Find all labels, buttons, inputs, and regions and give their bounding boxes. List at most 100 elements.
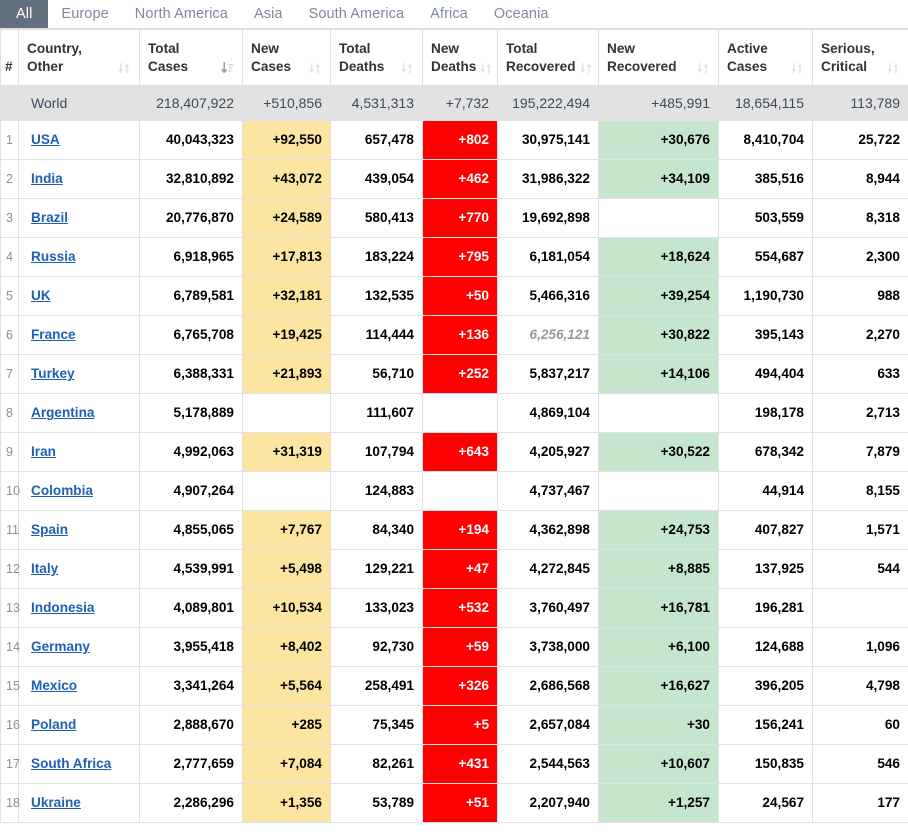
tab-europe[interactable]: Europe bbox=[48, 0, 121, 28]
sort-toggle-icon[interactable] bbox=[401, 61, 414, 76]
country-link[interactable]: Colombia bbox=[31, 483, 93, 498]
country-link[interactable]: Indonesia bbox=[31, 600, 94, 615]
cell-country[interactable]: Poland bbox=[18, 704, 140, 745]
cell-country[interactable]: South Africa bbox=[18, 743, 140, 784]
country-link[interactable]: Ukraine bbox=[31, 795, 81, 810]
sort-toggle-icon[interactable] bbox=[791, 61, 804, 76]
cell-new-cases: +43,072 bbox=[242, 158, 331, 199]
cell-country[interactable]: Ukraine bbox=[18, 782, 140, 823]
cell-country[interactable]: India bbox=[18, 158, 140, 199]
cell-total-cases: 4,089,801 bbox=[139, 587, 243, 628]
cell-country[interactable]: USA bbox=[18, 119, 140, 160]
sort-toggle-icon[interactable] bbox=[887, 61, 900, 76]
sort-toggle-icon[interactable] bbox=[697, 61, 710, 76]
column-header-active-cases[interactable]: Active Cases bbox=[718, 29, 813, 86]
cell-serious: 7,879 bbox=[812, 431, 908, 472]
sort-toggle-icon[interactable] bbox=[118, 61, 131, 76]
cell-total-recov: 2,657,084 bbox=[497, 704, 599, 745]
cell-active-cases: 24,567 bbox=[718, 782, 813, 823]
cell-country[interactable]: France bbox=[18, 314, 140, 355]
sort-toggle-icon[interactable] bbox=[309, 61, 322, 76]
sort-toggle-icon[interactable] bbox=[579, 61, 593, 76]
cell-total-cases: 2,286,296 bbox=[139, 782, 243, 823]
table-row: 8 Argentina 5,178,889 111,607 4,869,104 198,1… bbox=[0, 392, 908, 433]
cell-new-cases: +8,402 bbox=[242, 626, 331, 667]
country-link[interactable]: Iran bbox=[31, 444, 56, 459]
country-link[interactable]: Poland bbox=[31, 717, 76, 732]
column-header-serious[interactable]: Serious, Critical bbox=[812, 29, 908, 86]
country-link[interactable]: Turkey bbox=[31, 366, 75, 381]
country-link[interactable]: Brazil bbox=[31, 210, 68, 225]
sort-toggle-icon[interactable] bbox=[480, 61, 493, 76]
cell-country[interactable]: Colombia bbox=[18, 470, 140, 511]
cell-country[interactable]: Mexico bbox=[18, 665, 140, 706]
cell-total-recov: 5,837,217 bbox=[497, 353, 599, 394]
cell-country[interactable]: Spain bbox=[18, 509, 140, 550]
column-header-total-recov[interactable]: Total Recovered bbox=[497, 29, 599, 86]
column-header-num[interactable]: # bbox=[0, 29, 19, 86]
cell-new-recov: +14,106 bbox=[598, 353, 719, 394]
cell-total-cases: 6,765,708 bbox=[139, 314, 243, 355]
tab-north-america[interactable]: North America bbox=[122, 0, 241, 28]
cell-country[interactable]: Argentina bbox=[18, 392, 140, 433]
cell-new-recov bbox=[598, 197, 719, 238]
tab-africa[interactable]: Africa bbox=[417, 0, 481, 28]
column-header-new-recov[interactable]: New Recovered bbox=[598, 29, 719, 86]
country-link[interactable]: Italy bbox=[31, 561, 58, 576]
country-link[interactable]: France bbox=[31, 327, 76, 342]
column-header-label: New Cases bbox=[251, 41, 292, 74]
cell-new-deaths: +462 bbox=[422, 158, 498, 199]
country-link[interactable]: UK bbox=[31, 288, 51, 303]
column-header-new-deaths[interactable]: New Deaths bbox=[422, 29, 498, 86]
cell-total-cases: 6,918,965 bbox=[139, 236, 243, 277]
country-link[interactable]: South Africa bbox=[31, 756, 111, 771]
column-header-new-cases[interactable]: New Cases bbox=[242, 29, 331, 86]
country-link[interactable]: Argentina bbox=[31, 405, 94, 420]
column-header-total-deaths[interactable]: Total Deaths bbox=[330, 29, 423, 86]
cell-country[interactable]: Indonesia bbox=[18, 587, 140, 628]
cell-num: 11 bbox=[0, 509, 19, 550]
cell-num: 17 bbox=[0, 743, 20, 784]
cell-new-deaths: +7,732 bbox=[422, 84, 498, 121]
cell-total-deaths: 657,478 bbox=[330, 119, 423, 160]
country-link[interactable]: Russia bbox=[31, 249, 76, 264]
cell-country[interactable]: UK bbox=[18, 275, 140, 316]
cell-total-recov: 31,986,322 bbox=[497, 158, 599, 199]
cell-num: 16 bbox=[0, 704, 20, 745]
column-header-total-cases[interactable]: Total Cases bbox=[139, 29, 243, 86]
tab-all[interactable]: All bbox=[0, 0, 49, 28]
column-header-country[interactable]: Country, Other bbox=[18, 29, 140, 86]
cell-new-cases: +7,767 bbox=[242, 509, 331, 550]
cell-country[interactable]: Iran bbox=[18, 431, 140, 472]
cell-country[interactable]: Brazil bbox=[18, 197, 140, 238]
cell-num: 13 bbox=[0, 587, 20, 628]
cell-country[interactable]: Germany bbox=[18, 626, 140, 667]
cell-serious: 113,789 bbox=[812, 84, 908, 121]
cell-country[interactable]: Russia bbox=[18, 236, 140, 277]
cell-new-recov: +30,676 bbox=[598, 119, 719, 160]
tab-oceania[interactable]: Oceania bbox=[481, 0, 562, 28]
cell-active-cases: 196,281 bbox=[718, 587, 813, 628]
cell-num: 4 bbox=[0, 236, 19, 277]
cell-new-recov: +485,991 bbox=[598, 84, 719, 121]
cell-total-recov: 19,692,898 bbox=[497, 197, 599, 238]
cell-total-deaths: 111,607 bbox=[330, 392, 423, 433]
cell-total-recov: 4,362,898 bbox=[497, 509, 599, 550]
country-link[interactable]: Germany bbox=[31, 639, 90, 654]
country-link[interactable]: Spain bbox=[31, 522, 68, 537]
table-row: 13 Indonesia 4,089,801 +10,534 133,023 +532 3,… bbox=[0, 587, 908, 628]
cell-total-cases: 40,043,323 bbox=[139, 119, 243, 160]
country-link[interactable]: USA bbox=[31, 132, 60, 147]
cell-num: 2 bbox=[0, 158, 19, 199]
cell-total-cases: 3,341,264 bbox=[139, 665, 243, 706]
country-link[interactable]: India bbox=[31, 171, 63, 186]
sort-descending-icon[interactable] bbox=[221, 61, 234, 76]
tab-asia[interactable]: Asia bbox=[241, 0, 296, 28]
cell-new-deaths: +51 bbox=[422, 782, 498, 823]
cell-total-cases: 20,776,870 bbox=[139, 197, 243, 238]
tab-south-america[interactable]: South America bbox=[296, 0, 418, 28]
country-link[interactable]: Mexico bbox=[31, 678, 77, 693]
cell-country[interactable]: Italy bbox=[18, 548, 140, 589]
cell-country[interactable]: Turkey bbox=[18, 353, 140, 394]
table-row: 18 Ukraine 2,286,296 +1,356 53,789 +51 2,207,9… bbox=[0, 782, 908, 823]
